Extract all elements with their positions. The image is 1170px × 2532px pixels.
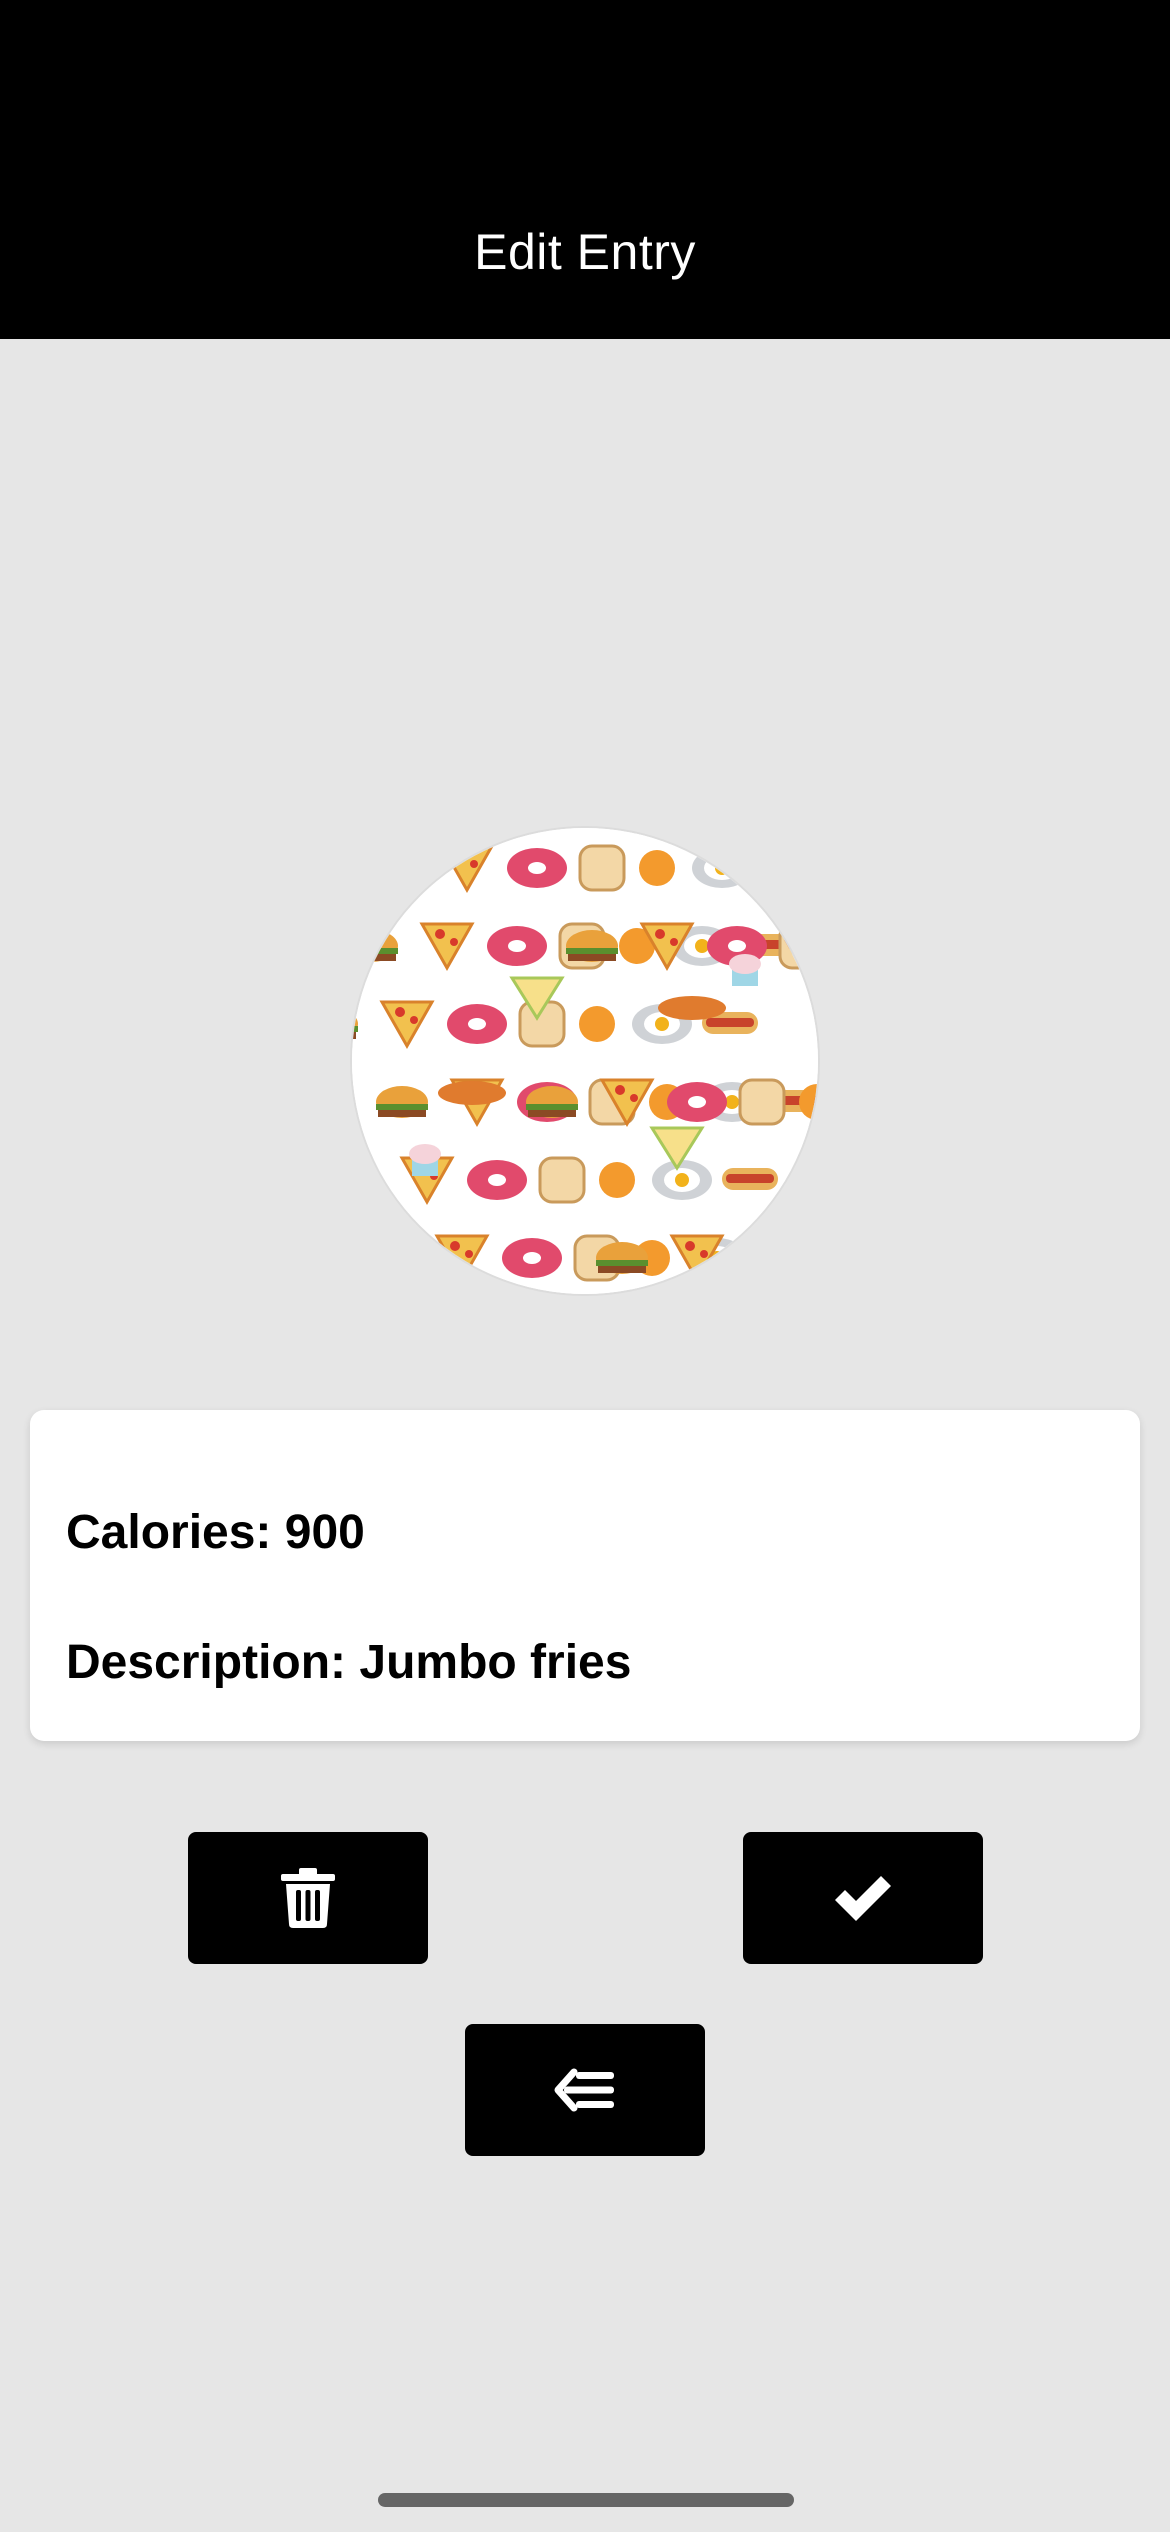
- entry-details-card: Calories: 900 Description: Jumbo fries: [30, 1410, 1140, 1741]
- trash-icon: [281, 1868, 335, 1928]
- calories-text: Calories: 900: [66, 1506, 365, 1559]
- page-title: Edit Entry: [474, 224, 696, 280]
- save-button[interactable]: [743, 1832, 983, 1964]
- home-indicator[interactable]: [378, 2493, 794, 2507]
- header-bar: Edit Entry: [0, 0, 1170, 339]
- check-icon: [835, 1876, 891, 1921]
- edit-entry-screen: Edit Entry Calories: 900 Description: Ju…: [0, 0, 1170, 2532]
- delete-button[interactable]: [188, 1832, 428, 1964]
- back-arrow-list-icon: [554, 2068, 614, 2112]
- back-button[interactable]: [465, 2024, 705, 2156]
- description-text: Description: Jumbo fries: [66, 1636, 632, 1689]
- food-pattern-image: [352, 828, 818, 1294]
- food-photo[interactable]: [352, 828, 818, 1294]
